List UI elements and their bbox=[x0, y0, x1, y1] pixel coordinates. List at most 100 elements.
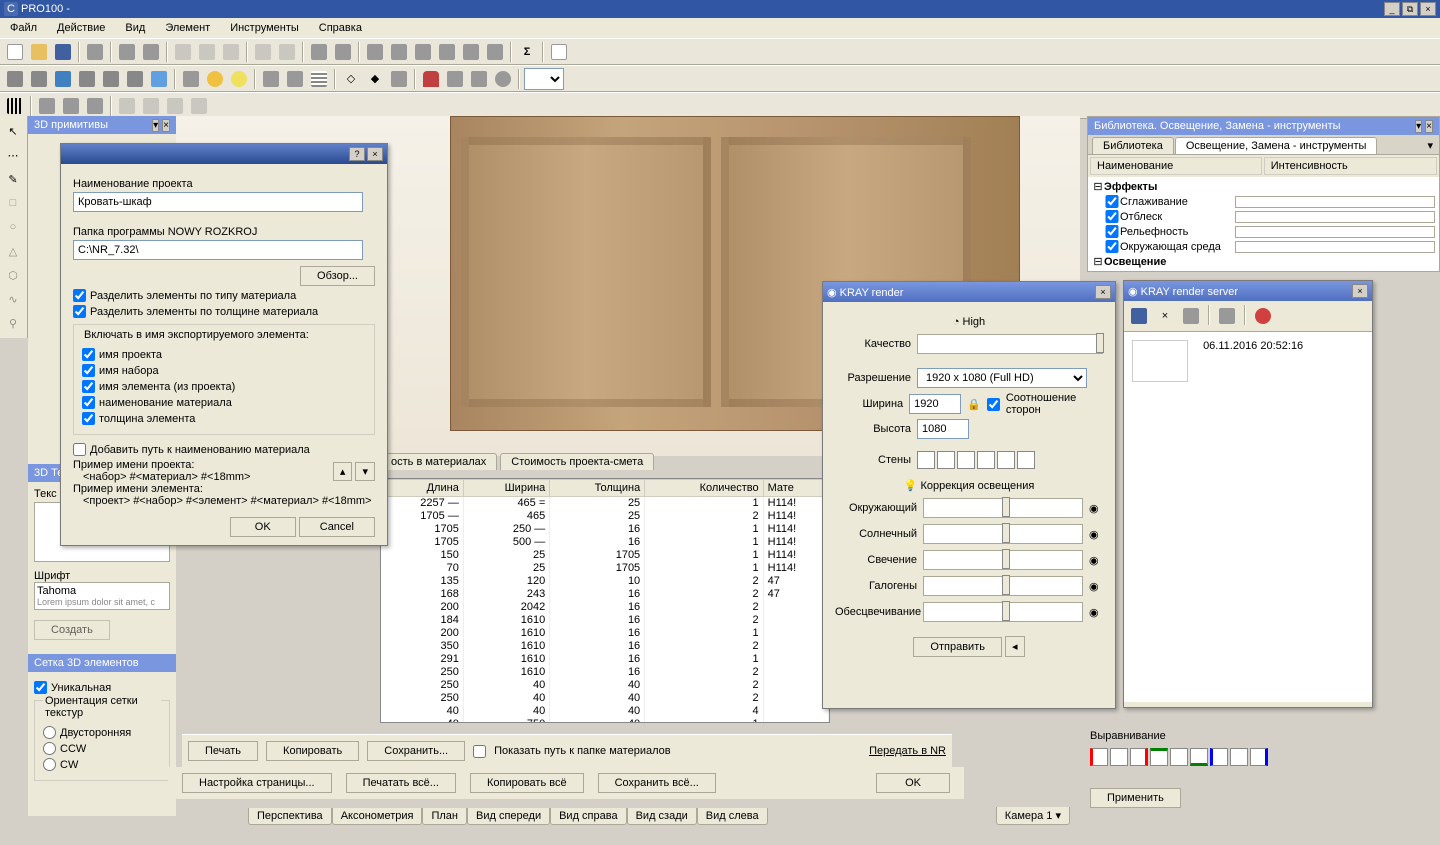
tb-mail[interactable] bbox=[548, 41, 570, 63]
lt-1[interactable]: ⋯ bbox=[2, 144, 24, 166]
chk-smooth[interactable] bbox=[1104, 195, 1120, 208]
tb2-light[interactable] bbox=[204, 68, 226, 90]
dlg-close[interactable]: × bbox=[367, 147, 383, 161]
slider-glow[interactable] bbox=[923, 550, 1083, 570]
tb2-9[interactable] bbox=[260, 68, 282, 90]
ks-stop[interactable] bbox=[1252, 305, 1274, 327]
align-center-z[interactable] bbox=[1230, 748, 1248, 766]
tb2-7[interactable] bbox=[148, 68, 170, 90]
tb-misc5[interactable] bbox=[412, 41, 434, 63]
table-row[interactable]: 1502517051H114! bbox=[382, 549, 829, 562]
btn-up[interactable]: ▴ bbox=[333, 462, 353, 481]
btn-save[interactable]: Сохранить... bbox=[367, 741, 465, 761]
tb-misc3[interactable] bbox=[364, 41, 386, 63]
btn-save-all[interactable]: Сохранить всё... bbox=[598, 773, 716, 793]
vtab-back[interactable]: Вид сзади bbox=[627, 808, 697, 825]
btn-down[interactable]: ▾ bbox=[355, 462, 375, 481]
btn-print-all[interactable]: Печатать всё... bbox=[346, 773, 456, 793]
align-right[interactable] bbox=[1130, 748, 1148, 766]
lt-6[interactable]: ∿ bbox=[2, 288, 24, 310]
camera-indicator[interactable]: Камера 1 ▾ bbox=[996, 807, 1070, 825]
table-row[interactable]: 25040402 bbox=[382, 679, 829, 692]
wall-4[interactable] bbox=[977, 451, 995, 469]
tb-export[interactable] bbox=[84, 41, 106, 63]
table-row[interactable]: 2911610161 bbox=[382, 653, 829, 666]
chk-split-thickness[interactable] bbox=[73, 305, 86, 318]
vtab-front[interactable]: Вид спереди bbox=[467, 808, 550, 825]
align-top[interactable] bbox=[1150, 748, 1168, 766]
minimize-button[interactable]: _ bbox=[1384, 2, 1400, 16]
tb2-bulb[interactable] bbox=[228, 68, 250, 90]
btn-page-setup[interactable]: Настройка страницы... bbox=[182, 773, 332, 793]
table-row[interactable]: 16824316247 bbox=[382, 588, 829, 601]
lt-3[interactable]: ○ bbox=[2, 216, 24, 238]
input-project-name[interactable] bbox=[73, 192, 363, 212]
group-lighting[interactable]: Освещение bbox=[1104, 256, 1166, 268]
tb2-13[interactable] bbox=[468, 68, 490, 90]
vtab-left[interactable]: Вид слева bbox=[697, 808, 768, 825]
btn-copy-all[interactable]: Копировать всё bbox=[470, 773, 584, 793]
menu-action[interactable]: Действие bbox=[51, 20, 111, 36]
table-row[interactable]: 2501610162 bbox=[382, 666, 829, 679]
tb-save[interactable] bbox=[52, 41, 74, 63]
radio-two-sided[interactable] bbox=[43, 726, 56, 739]
chk-reflect[interactable] bbox=[1104, 210, 1120, 223]
chk-show-path[interactable] bbox=[473, 745, 486, 758]
table-row[interactable]: 2002042162 bbox=[382, 601, 829, 614]
panel-close[interactable]: × bbox=[162, 119, 170, 132]
table-row[interactable]: 1705500 —161H114! bbox=[382, 536, 829, 549]
wall-2[interactable] bbox=[937, 451, 955, 469]
restore-button[interactable]: ⧉ bbox=[1402, 2, 1418, 16]
lt-2[interactable]: □ bbox=[2, 192, 24, 214]
align-left[interactable] bbox=[1090, 748, 1108, 766]
rp-pin[interactable]: ▾ bbox=[1415, 120, 1422, 133]
menu-element[interactable]: Элемент bbox=[159, 20, 216, 36]
link-send-nr[interactable]: Передать в NR bbox=[869, 745, 946, 757]
tb-misc2[interactable] bbox=[332, 41, 354, 63]
tb-misc8[interactable] bbox=[484, 41, 506, 63]
vtab-axo[interactable]: Аксонометрия bbox=[332, 808, 423, 825]
table-row[interactable]: 1705 —465252H114! bbox=[382, 510, 829, 523]
ks-copy[interactable] bbox=[1180, 305, 1202, 327]
btn-apply-align[interactable]: Применить bbox=[1090, 788, 1181, 808]
wall-5[interactable] bbox=[997, 451, 1015, 469]
col-intensity[interactable]: Интенсивность bbox=[1264, 157, 1437, 175]
btn-cancel[interactable]: Cancel bbox=[299, 517, 375, 537]
chk-relief[interactable] bbox=[1104, 225, 1120, 238]
slider-relief[interactable] bbox=[1235, 226, 1435, 238]
btn-browse[interactable]: Обзор... bbox=[300, 266, 375, 286]
tb3-3[interactable] bbox=[84, 95, 106, 117]
tb3-2[interactable] bbox=[60, 95, 82, 117]
tb3-grid[interactable] bbox=[4, 95, 26, 117]
tb2-5[interactable] bbox=[100, 68, 122, 90]
table-row[interactable]: 3501610162 bbox=[382, 640, 829, 653]
slider-quality[interactable] bbox=[917, 334, 1103, 354]
vtab-plan[interactable]: План bbox=[422, 808, 467, 825]
chk-inc-set[interactable] bbox=[82, 364, 95, 377]
tab-materials[interactable]: ость в материалах bbox=[380, 453, 497, 470]
tb2-2[interactable] bbox=[28, 68, 50, 90]
col-length[interactable]: Длина bbox=[382, 480, 464, 497]
select-resolution[interactable]: 1920 x 1080 (Full HD) bbox=[917, 368, 1087, 388]
tb2-magnet[interactable] bbox=[420, 68, 442, 90]
tb2-grid[interactable] bbox=[308, 68, 330, 90]
align-bottom[interactable] bbox=[1190, 748, 1208, 766]
btn-ok[interactable]: OK bbox=[230, 517, 296, 537]
btn-send[interactable]: Отправить bbox=[913, 637, 1002, 657]
tb-copy[interactable] bbox=[196, 41, 218, 63]
table-row[interactable]: 2257 —465 =251H114! bbox=[382, 497, 829, 511]
slider-smooth[interactable] bbox=[1235, 196, 1435, 208]
tb2-8[interactable] bbox=[180, 68, 202, 90]
tb-open[interactable] bbox=[28, 41, 50, 63]
tb2-gear[interactable] bbox=[492, 68, 514, 90]
tb2-12[interactable] bbox=[444, 68, 466, 90]
vtab-right[interactable]: Вид справа bbox=[550, 808, 627, 825]
tb-redo[interactable] bbox=[276, 41, 298, 63]
tb-sum[interactable]: Σ bbox=[516, 41, 538, 63]
tb-preview[interactable] bbox=[140, 41, 162, 63]
col-width[interactable]: Ширина bbox=[463, 480, 549, 497]
tb-misc7[interactable] bbox=[460, 41, 482, 63]
table-row[interactable]: 1705250 —161H114! bbox=[382, 523, 829, 536]
tb-misc6[interactable] bbox=[436, 41, 458, 63]
close-button[interactable]: × bbox=[1420, 2, 1436, 16]
